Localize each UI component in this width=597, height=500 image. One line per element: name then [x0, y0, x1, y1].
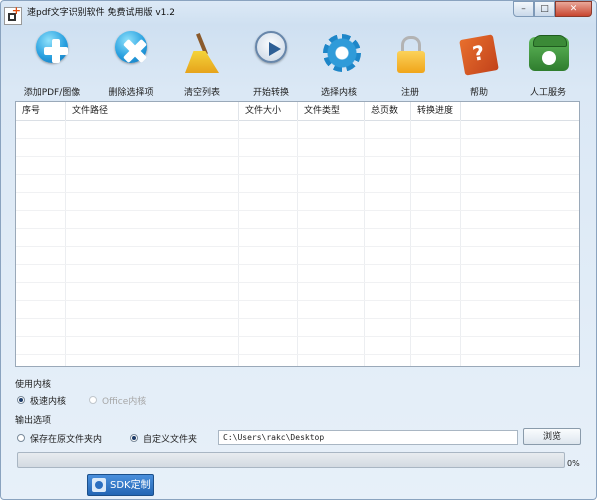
- column-header-index[interactable]: 序号: [16, 102, 66, 120]
- maximize-button[interactable]: □: [534, 1, 555, 17]
- maximize-icon: □: [540, 4, 549, 14]
- broom-icon: [167, 31, 237, 77]
- engine-office-radio: [89, 396, 97, 404]
- row-gridline: [16, 318, 579, 319]
- engine-office-label: Office内核: [102, 397, 147, 407]
- engine-fast-label[interactable]: 极速内核: [30, 394, 66, 407]
- save-original-folder-label[interactable]: 保存在原文件夹内: [30, 432, 102, 445]
- conversion-progress-bar: [17, 452, 565, 468]
- minimize-icon: –: [521, 4, 526, 14]
- row-gridline: [16, 264, 579, 265]
- engine-section-heading: 使用内核: [15, 380, 52, 390]
- column-header-path[interactable]: 文件路径: [66, 102, 239, 120]
- sdk-custom-button[interactable]: SDK定制: [87, 474, 154, 496]
- window-title: 速pdf文字识别软件 免费试用版 v1.2: [27, 8, 175, 18]
- toolbar-label: 开始转换: [252, 88, 289, 98]
- row-gridline: [16, 354, 579, 355]
- row-gridline: [16, 192, 579, 193]
- file-list-table[interactable]: 序号 文件路径 文件大小 文件类型 总页数 转换进度: [15, 101, 580, 367]
- gear-icon: [304, 31, 374, 77]
- sdk-icon: [92, 478, 106, 492]
- toolbar-label: 帮助: [469, 88, 488, 98]
- toolbar-label: 注册: [400, 88, 419, 98]
- title-bar[interactable]: 速pdf文字识别软件 免费试用版 v1.2 – □ ✕: [1, 1, 596, 25]
- engine-fast-radio[interactable]: [17, 396, 25, 404]
- custom-folder-label[interactable]: 自定义文件夹: [143, 432, 197, 445]
- output-section-heading: 输出选项: [15, 416, 52, 426]
- help-book-icon: [444, 31, 514, 77]
- phone-icon: [513, 31, 583, 77]
- close-icon: ✕: [569, 4, 578, 14]
- row-gridline: [16, 282, 579, 283]
- lock-icon: [375, 31, 445, 77]
- play-icon: [255, 31, 287, 63]
- column-header-progress[interactable]: 转换进度: [411, 102, 461, 120]
- save-original-folder-radio[interactable]: [17, 434, 25, 442]
- add-icon: [36, 31, 68, 63]
- app-window: 速pdf文字识别软件 免费试用版 v1.2 – □ ✕ 添加PDF/图像 删除选…: [0, 0, 597, 500]
- delete-icon: [115, 31, 148, 64]
- column-header-size[interactable]: 文件大小: [239, 102, 298, 120]
- toolbar-label: 删除选择项: [108, 88, 154, 98]
- row-gridline: [16, 300, 579, 301]
- table-header: 序号 文件路径 文件大小 文件类型 总页数 转换进度: [16, 102, 579, 121]
- toolbar-label: 人工服务: [529, 88, 566, 98]
- row-gridline: [16, 174, 579, 175]
- toolbar: 添加PDF/图像 删除选择项 清空列表 开始转换 选择内核 注册 帮助 人工服: [1, 31, 596, 98]
- output-path-field[interactable]: C:\Users\rakc\Desktop: [218, 430, 518, 445]
- row-gridline: [16, 210, 579, 211]
- row-gridline: [16, 246, 579, 247]
- row-gridline: [16, 156, 579, 157]
- column-header-type[interactable]: 文件类型: [298, 102, 365, 120]
- row-gridline: [16, 336, 579, 337]
- app-icon: [4, 4, 22, 25]
- toolbar-label: 清空列表: [183, 88, 220, 98]
- progress-percent: 0%: [567, 459, 580, 468]
- close-button[interactable]: ✕: [555, 1, 592, 17]
- row-gridline: [16, 228, 579, 229]
- custom-folder-radio[interactable]: [130, 434, 138, 442]
- toolbar-label: 选择内核: [320, 88, 357, 98]
- column-header-pages[interactable]: 总页数: [365, 102, 411, 120]
- minimize-button[interactable]: –: [513, 1, 534, 17]
- row-gridline: [16, 138, 579, 139]
- browse-button[interactable]: 浏览: [523, 428, 581, 445]
- sdk-button-label: SDK定制: [110, 480, 151, 491]
- toolbar-label: 添加PDF/图像: [23, 88, 81, 98]
